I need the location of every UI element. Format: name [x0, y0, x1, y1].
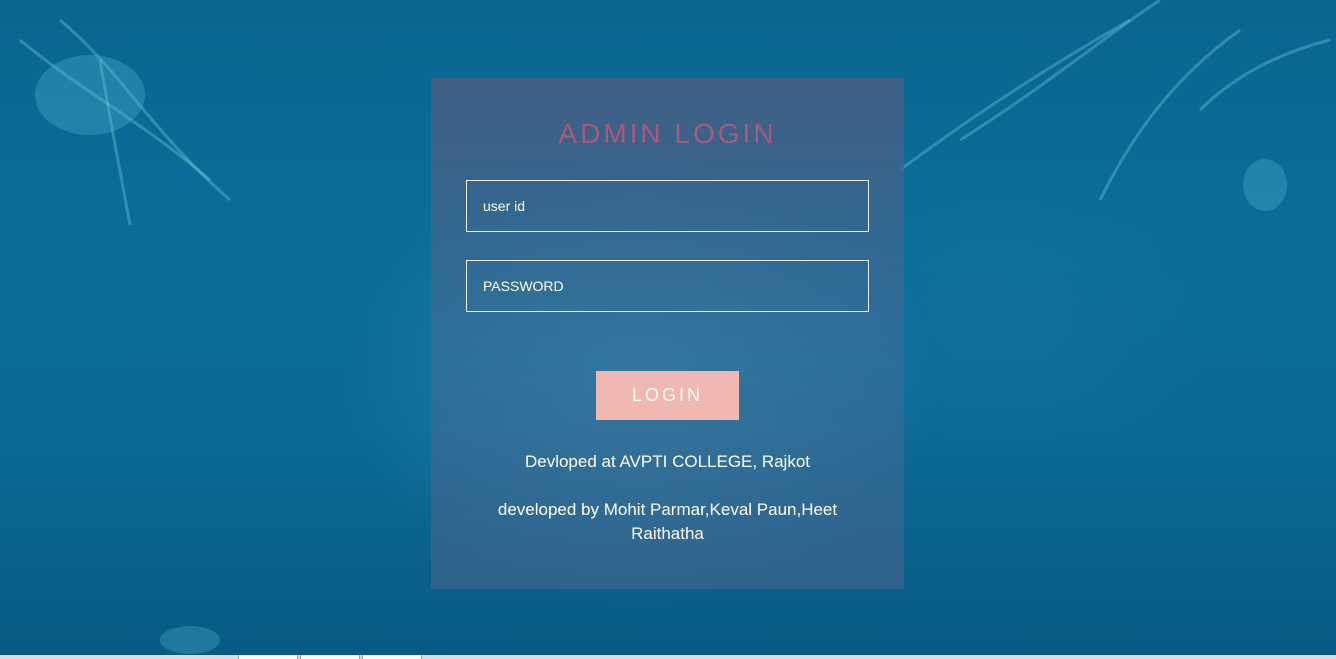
login-button[interactable]: LOGIN — [596, 371, 739, 420]
page-title: ADMIN LOGIN — [558, 118, 777, 149]
taskbar-tab[interactable] — [300, 655, 360, 659]
taskbar-tab[interactable] — [238, 655, 298, 659]
college-credit: Devloped at AVPTI COLLEGE, Rajkot — [524, 452, 811, 471]
login-panel: ADMIN LOGIN LOGIN Devloped at AVPTI COLL… — [431, 78, 904, 589]
password-input[interactable] — [466, 260, 869, 312]
user-id-input[interactable] — [466, 180, 869, 232]
taskbar-strip — [0, 655, 1336, 659]
taskbar-tab[interactable] — [362, 655, 422, 659]
developers-credit: developed by Mohit Parmar,Keval Paun,Hee… — [497, 500, 838, 543]
